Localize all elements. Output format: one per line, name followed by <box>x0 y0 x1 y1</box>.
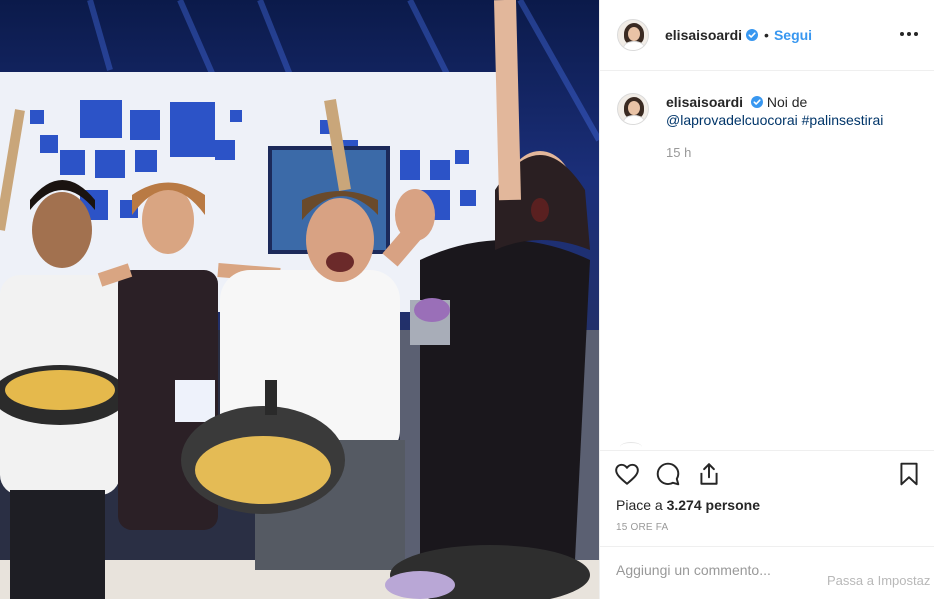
likes-count[interactable]: Piace a 3.274 persone <box>616 497 760 513</box>
post-header: elisaisoardi • Segui <box>600 0 934 71</box>
mention-link[interactable]: @laprovadelcuocorai <box>666 112 798 128</box>
post-timestamp: 15 ORE FA <box>616 522 669 533</box>
caption-time: 15 h <box>666 145 692 160</box>
caption-avatar[interactable] <box>617 93 649 125</box>
post-side-panel: elisaisoardi • Segui elisaisoardi Noi de… <box>599 0 934 599</box>
verified-badge-icon <box>746 29 759 41</box>
more-options-icon[interactable] <box>899 24 919 44</box>
heart-icon[interactable] <box>614 461 640 487</box>
post-caption: elisaisoardi Noi de @laprovadelcuocorai … <box>617 93 917 129</box>
caption-intro: Noi de <box>766 94 808 110</box>
likes-prefix: Piace a <box>616 497 663 513</box>
comment-icon[interactable] <box>655 461 681 487</box>
share-icon[interactable] <box>696 461 722 487</box>
likes-number[interactable]: 3.274 persone <box>667 497 760 513</box>
header-username[interactable]: elisaisoardi <box>665 27 742 43</box>
profile-avatar[interactable] <box>617 19 649 51</box>
follow-button[interactable]: Segui <box>774 27 812 43</box>
bookmark-icon[interactable] <box>896 461 922 487</box>
post-photo-illustration <box>0 0 599 599</box>
activation-overlay-text: Passa a Impostaz <box>827 573 931 588</box>
caption-text: elisaisoardi Noi de @laprovadelcuocorai … <box>666 93 883 129</box>
post-actions: Piace a 3.274 persone 15 ORE FA Passa a … <box>600 450 934 599</box>
comment-input[interactable] <box>616 562 776 578</box>
caption-username[interactable]: elisaisoardi <box>666 94 743 110</box>
hashtag-link[interactable]: #palinsestirai <box>802 112 884 128</box>
verified-badge-icon <box>750 96 763 108</box>
post-photo[interactable] <box>0 0 599 599</box>
separator-dot: • <box>764 27 769 43</box>
